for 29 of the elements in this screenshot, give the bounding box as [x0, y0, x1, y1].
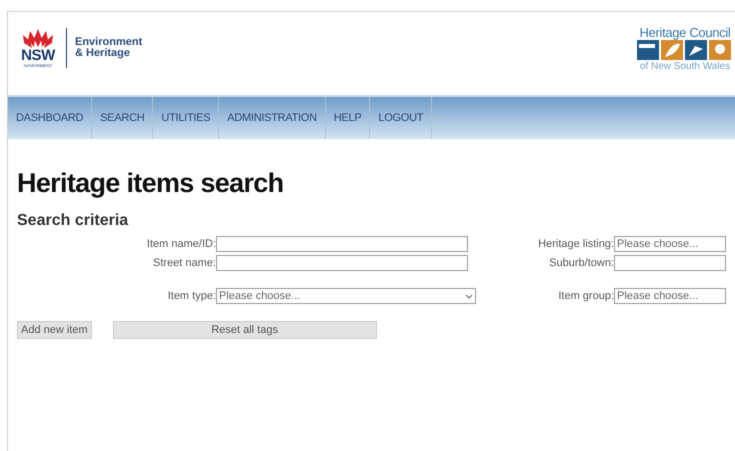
- page-title: Heritage items search: [17, 167, 284, 199]
- dropdown[interactable]: Please choose...: [614, 288, 726, 304]
- nav-link[interactable]: UTILITIES: [153, 97, 220, 139]
- action-button[interactable]: Reset all tags: [112, 320, 377, 338]
- nav-link[interactable]: ADMINISTRATION: [219, 97, 326, 139]
- input-field[interactable]: [216, 254, 468, 270]
- field-label: Heritage listing:: [537, 237, 614, 252]
- nav-link[interactable]: HELP: [326, 97, 370, 139]
- logo-title: Heritage Council: [640, 26, 730, 40]
- field-label: Suburb/town:: [548, 256, 614, 270]
- input-field[interactable]: [216, 236, 468, 252]
- logo-subtitle: of New South Wales: [640, 60, 730, 73]
- input-field[interactable]: [614, 254, 726, 270]
- field-label: Item group:: [557, 289, 614, 304]
- section-title: Search criteria: [17, 211, 130, 231]
- field-label: Item type:: [166, 289, 216, 304]
- agency-name: & Heritage: [75, 48, 132, 58]
- field-label: Street name:: [152, 256, 216, 270]
- nav-link[interactable]: DASHBOARD: [8, 97, 92, 139]
- field-label: Item name/ID:: [146, 237, 216, 252]
- logo-wordmark: NSW: [21, 49, 55, 63]
- nav-link[interactable]: SEARCH: [92, 97, 154, 139]
- action-button[interactable]: Add new item: [17, 320, 92, 338]
- waratah-icon: [20, 27, 56, 49]
- agency-name: Environment: [75, 36, 142, 48]
- nav-link[interactable]: LOGOUT: [370, 97, 432, 139]
- dropdown[interactable]: Please choose...: [216, 288, 476, 304]
- dropdown[interactable]: Please choose...: [614, 236, 726, 252]
- caret-icon: [465, 294, 473, 298]
